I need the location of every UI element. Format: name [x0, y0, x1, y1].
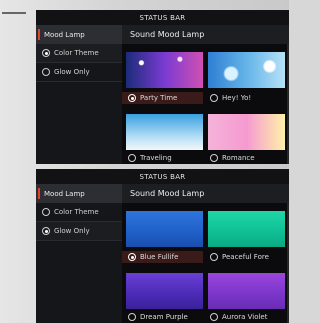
status-bar-label: STATUS BAR [139, 172, 186, 181]
title-bar: Mood Lamp Sound Mood Lamp [36, 184, 289, 203]
accent-bar [38, 29, 40, 40]
radio-icon [128, 154, 136, 162]
tile-romance[interactable]: Romance [204, 106, 285, 164]
side-panel: Color Theme Glow Only [36, 203, 122, 323]
radio-icon [42, 49, 50, 57]
tile-thumbnail [126, 211, 203, 247]
radio-icon [128, 253, 136, 261]
scrollbar[interactable] [287, 44, 289, 164]
tile-label: Party Time [140, 94, 178, 102]
tile-hey-yo[interactable]: Hey! Yo! [204, 44, 285, 106]
tile-thumbnail [126, 52, 203, 88]
tile-blue-fullife[interactable]: Blue Fullife [122, 203, 203, 265]
mood-lamp-screen-top: STATUS BAR Mood Lamp Sound Mood Lamp Col… [36, 10, 289, 164]
tile-thumbnail [126, 114, 203, 150]
back-tab-mood-lamp[interactable]: Mood Lamp [36, 184, 122, 203]
option-glow-only[interactable]: Glow Only [36, 222, 122, 241]
tile-label: Peaceful Fore [222, 253, 269, 261]
status-bar-label: STATUS BAR [139, 13, 186, 22]
side-panel: Color Theme Glow Only [36, 44, 122, 164]
tile-label-row: Dream Purple [122, 311, 203, 323]
tile-aurora-violet[interactable]: Aurora Violet [204, 265, 285, 323]
radio-icon [42, 227, 50, 235]
screen-title: Sound Mood Lamp [130, 30, 205, 39]
tile-thumbnail [208, 211, 285, 247]
tile-label-row: Aurora Violet [204, 311, 285, 323]
option-label: Glow Only [54, 68, 90, 76]
back-tab-label: Mood Lamp [44, 189, 85, 198]
tile-thumbnail [208, 273, 285, 309]
radio-icon [42, 208, 50, 216]
tile-label-row: Peaceful Fore [204, 251, 285, 263]
radio-icon [210, 154, 218, 162]
radio-icon [210, 313, 218, 321]
tile-party-time[interactable]: Party Time [122, 44, 203, 106]
tile-label-row: Blue Fullife [122, 251, 203, 263]
tile-label: Aurora Violet [222, 313, 268, 321]
option-label: Color Theme [54, 208, 99, 216]
tile-peaceful-forest[interactable]: Peaceful Fore [204, 203, 285, 265]
radio-icon [210, 94, 218, 102]
tile-label: Romance [222, 154, 255, 162]
tile-label-row: Traveling [122, 152, 203, 164]
corner-line [2, 12, 26, 14]
option-label: Glow Only [54, 227, 90, 235]
tile-label-row: Party Time [122, 92, 203, 104]
tile-thumbnail [126, 273, 203, 309]
tile-label: Hey! Yo! [222, 94, 252, 102]
tile-label: Blue Fullife [140, 253, 179, 261]
tile-label: Dream Purple [140, 313, 188, 321]
radio-icon [128, 313, 136, 321]
tile-thumbnail [208, 114, 285, 150]
tile-label-row: Romance [204, 152, 285, 164]
option-label: Color Theme [54, 49, 99, 57]
tile-traveling[interactable]: Traveling [122, 106, 203, 164]
radio-icon [42, 68, 50, 76]
option-glow-only[interactable]: Glow Only [36, 63, 122, 82]
screen-title: Sound Mood Lamp [130, 189, 205, 198]
radio-icon [210, 253, 218, 261]
tile-label-row: Hey! Yo! [204, 92, 285, 104]
status-bar: STATUS BAR [36, 10, 289, 25]
accent-bar [38, 188, 40, 199]
mood-lamp-screen-bottom: STATUS BAR Mood Lamp Sound Mood Lamp Col… [36, 169, 289, 323]
radio-icon [128, 94, 136, 102]
back-tab-label: Mood Lamp [44, 30, 85, 39]
tile-dream-purple[interactable]: Dream Purple [122, 265, 203, 323]
scrollbar[interactable] [287, 203, 289, 323]
tile-label: Traveling [140, 154, 172, 162]
title-bar: Mood Lamp Sound Mood Lamp [36, 25, 289, 44]
status-bar: STATUS BAR [36, 169, 289, 184]
option-color-theme[interactable]: Color Theme [36, 44, 122, 63]
option-color-theme[interactable]: Color Theme [36, 203, 122, 222]
back-tab-mood-lamp[interactable]: Mood Lamp [36, 25, 122, 44]
tile-thumbnail [208, 52, 285, 88]
